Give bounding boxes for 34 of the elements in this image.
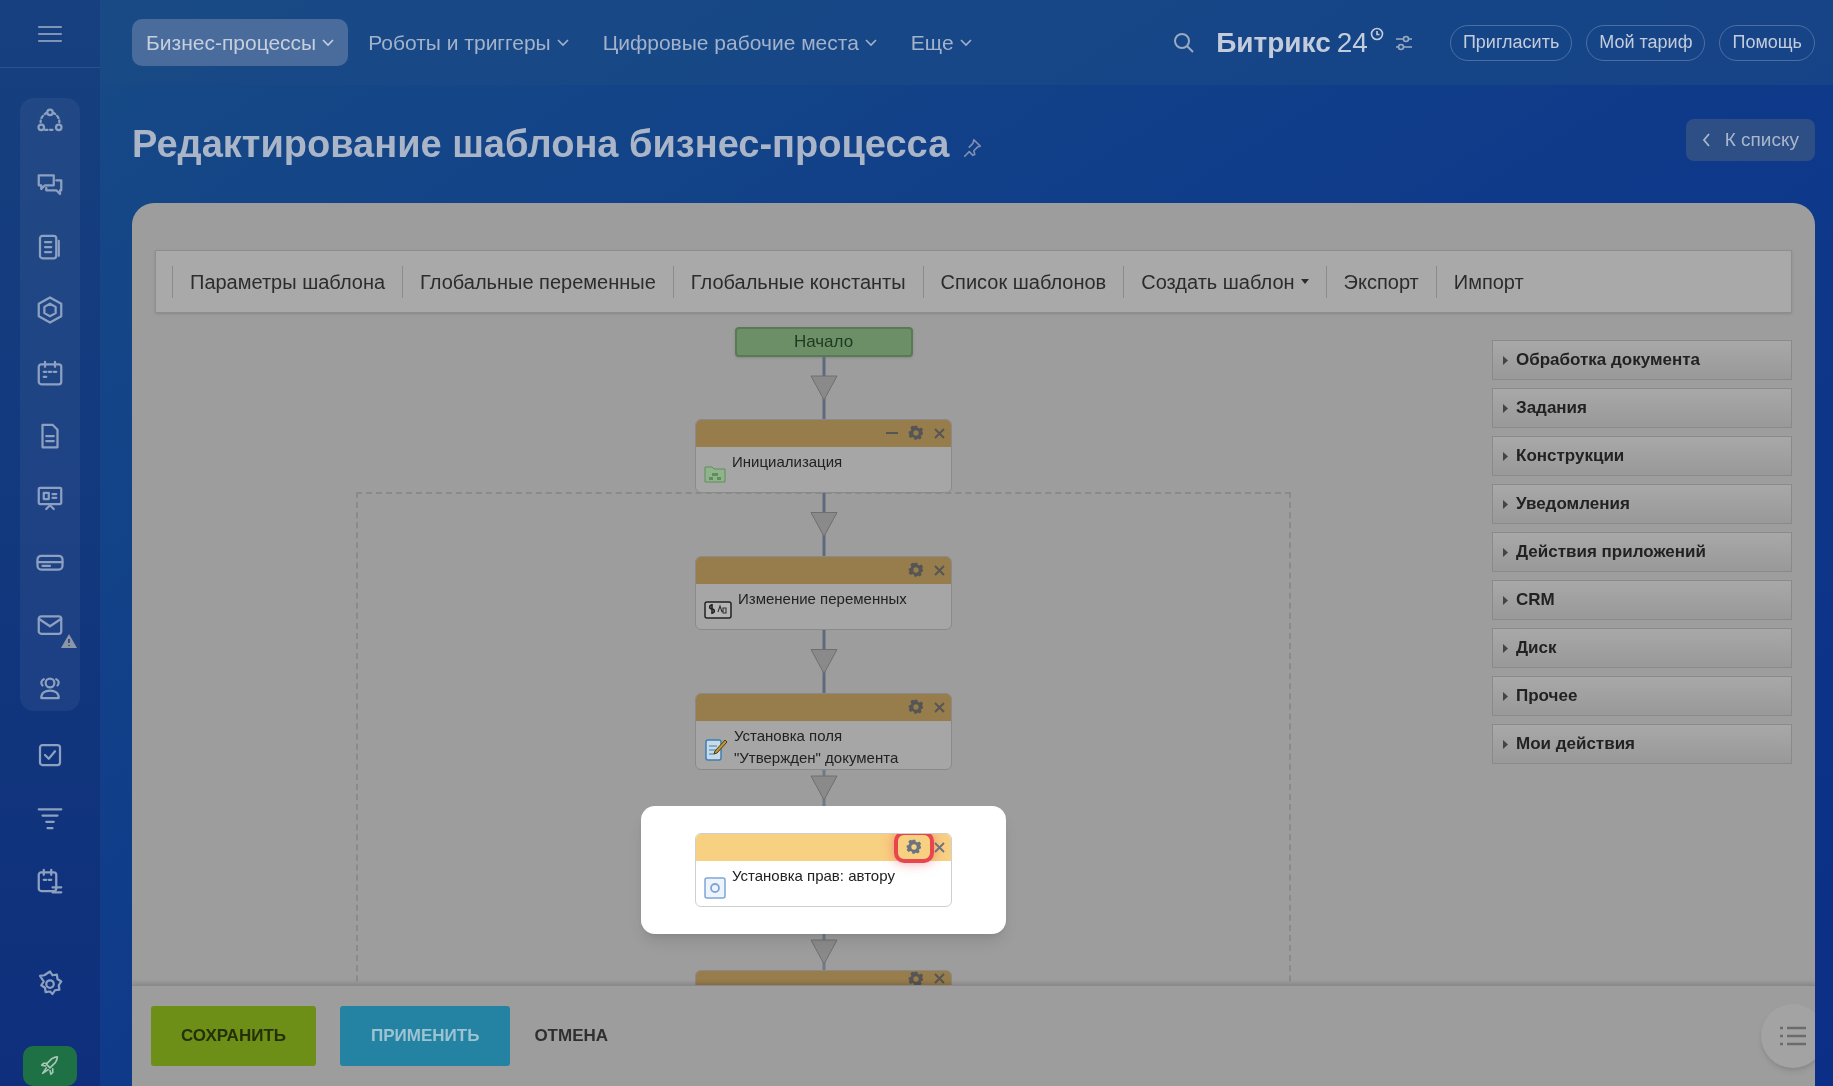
nav-tab[interactable]: Роботы и триггеры xyxy=(354,19,583,66)
nav-tab[interactable]: Цифровые рабочие места xyxy=(588,19,891,66)
activity-group[interactable]: Уведомления xyxy=(1492,484,1792,524)
activity-group[interactable]: Задания xyxy=(1492,388,1792,428)
toolbar-link[interactable]: Импорт xyxy=(1435,265,1541,298)
block-title: Установка поля "Утвержден" документа xyxy=(734,725,900,768)
toolbar-link[interactable]: Глобальные константы xyxy=(672,265,923,298)
toolbar-link[interactable]: Параметры шаблона xyxy=(172,265,403,298)
activity-group[interactable]: Диск xyxy=(1492,628,1792,668)
toolbar-link[interactable]: Глобальные переменные xyxy=(402,265,673,298)
save-button[interactable]: СОХРАНИТЬ xyxy=(151,1006,316,1066)
activity-group[interactable]: Прочее xyxy=(1492,676,1792,716)
activity-group[interactable]: Конструкции xyxy=(1492,436,1792,476)
block-title: Изменение переменных xyxy=(738,588,907,609)
toolbar-link[interactable]: Экспорт xyxy=(1325,265,1436,298)
activity-block[interactable]: Инициализация xyxy=(695,418,952,493)
block-title: Установка прав: автору xyxy=(732,865,895,886)
nav-tab[interactable]: Бизнес-процессы xyxy=(132,19,349,66)
activity-block[interactable]: Установка прав: автору xyxy=(695,832,952,907)
activity-block[interactable]: Изменение переменных xyxy=(695,555,952,630)
activity-block[interactable]: Установка поля "Утвержден" документа xyxy=(695,692,952,770)
activity-group[interactable]: Обработка документа xyxy=(1492,340,1792,380)
back-button[interactable]: К списку xyxy=(1685,119,1815,161)
toolbar-link[interactable]: Создать шаблон xyxy=(1123,265,1326,298)
start-node[interactable]: Начало xyxy=(734,327,913,357)
brand-logo: Битрикс 24 xyxy=(1216,28,1384,57)
nav-tab[interactable]: Еще xyxy=(896,19,986,66)
block-title: Инициализация xyxy=(732,451,843,472)
activity-group[interactable]: Действия приложений xyxy=(1492,532,1792,572)
toolbar-link[interactable]: Список шаблонов xyxy=(922,265,1124,298)
page-title: Редактирование шаблона бизнес-процесса xyxy=(132,121,950,167)
activity-group[interactable]: CRM xyxy=(1492,580,1792,620)
cancel-button[interactable]: ОТМЕНА xyxy=(534,1006,609,1066)
activity-group[interactable]: Мои действия xyxy=(1492,724,1792,764)
